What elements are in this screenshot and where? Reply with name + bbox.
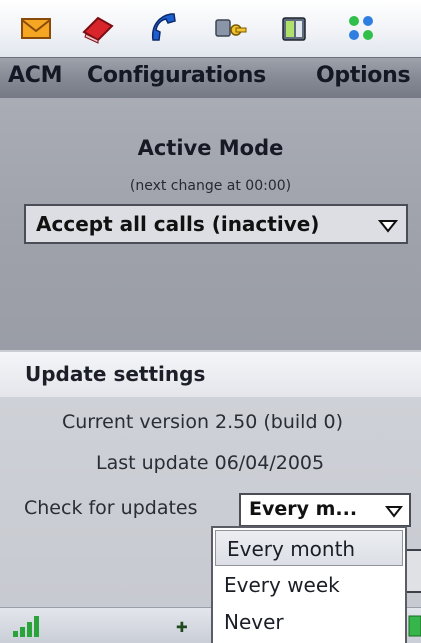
active-mode-select[interactable]: Accept all calls (inactive) <box>24 204 408 244</box>
battery-icon <box>408 615 421 637</box>
update-settings-header: Update settings <box>0 350 421 399</box>
chevron-down-icon <box>378 220 398 233</box>
menu-item-options[interactable]: Options <box>316 63 411 88</box>
menu-bar: ACM Configurations Options <box>0 57 421 99</box>
option-label: Every week <box>224 573 340 597</box>
menu-item-acm[interactable]: ACM <box>8 63 62 88</box>
last-update-text: Last update 06/04/2005 <box>96 452 325 474</box>
option-every-month[interactable]: Every month <box>215 530 403 566</box>
menu-item-configurations[interactable]: Configurations <box>87 63 266 88</box>
option-label: Every month <box>227 537 356 561</box>
check-updates-select[interactable]: Every m... <box>239 493 411 527</box>
envelope-icon[interactable] <box>18 10 54 46</box>
active-mode-panel: Active Mode (next change at 00:00) Accep… <box>0 98 421 350</box>
option-every-week[interactable]: Every week <box>213 567 405 603</box>
active-mode-value: Accept all calls (inactive) <box>36 212 320 236</box>
grid-icon[interactable] <box>343 10 379 46</box>
card-icon[interactable] <box>277 10 313 46</box>
option-never[interactable]: Never <box>213 604 405 640</box>
phone-screen: ACM Configurations Options Active Mode (… <box>0 0 421 643</box>
next-change-text: (next change at 00:00) <box>129 178 292 194</box>
update-settings-title: Update settings <box>25 362 206 386</box>
check-updates-dropdown: Every month Every week Never <box>211 526 407 643</box>
active-mode-title: Active Mode <box>137 136 284 160</box>
network-indicator-icon: ✚ <box>176 620 188 636</box>
signal-strength-icon <box>13 616 39 637</box>
book-icon[interactable] <box>80 10 116 46</box>
app-icon-toolbar <box>0 0 421 57</box>
phone-icon[interactable] <box>145 10 181 46</box>
current-version-text: Current version 2.50 (build 0) <box>62 411 344 433</box>
chevron-down-icon <box>385 506 403 518</box>
check-updates-label: Check for updates <box>24 497 198 519</box>
check-updates-value: Every m... <box>249 498 358 520</box>
key-icon[interactable] <box>212 10 248 46</box>
option-label: Never <box>224 610 284 634</box>
